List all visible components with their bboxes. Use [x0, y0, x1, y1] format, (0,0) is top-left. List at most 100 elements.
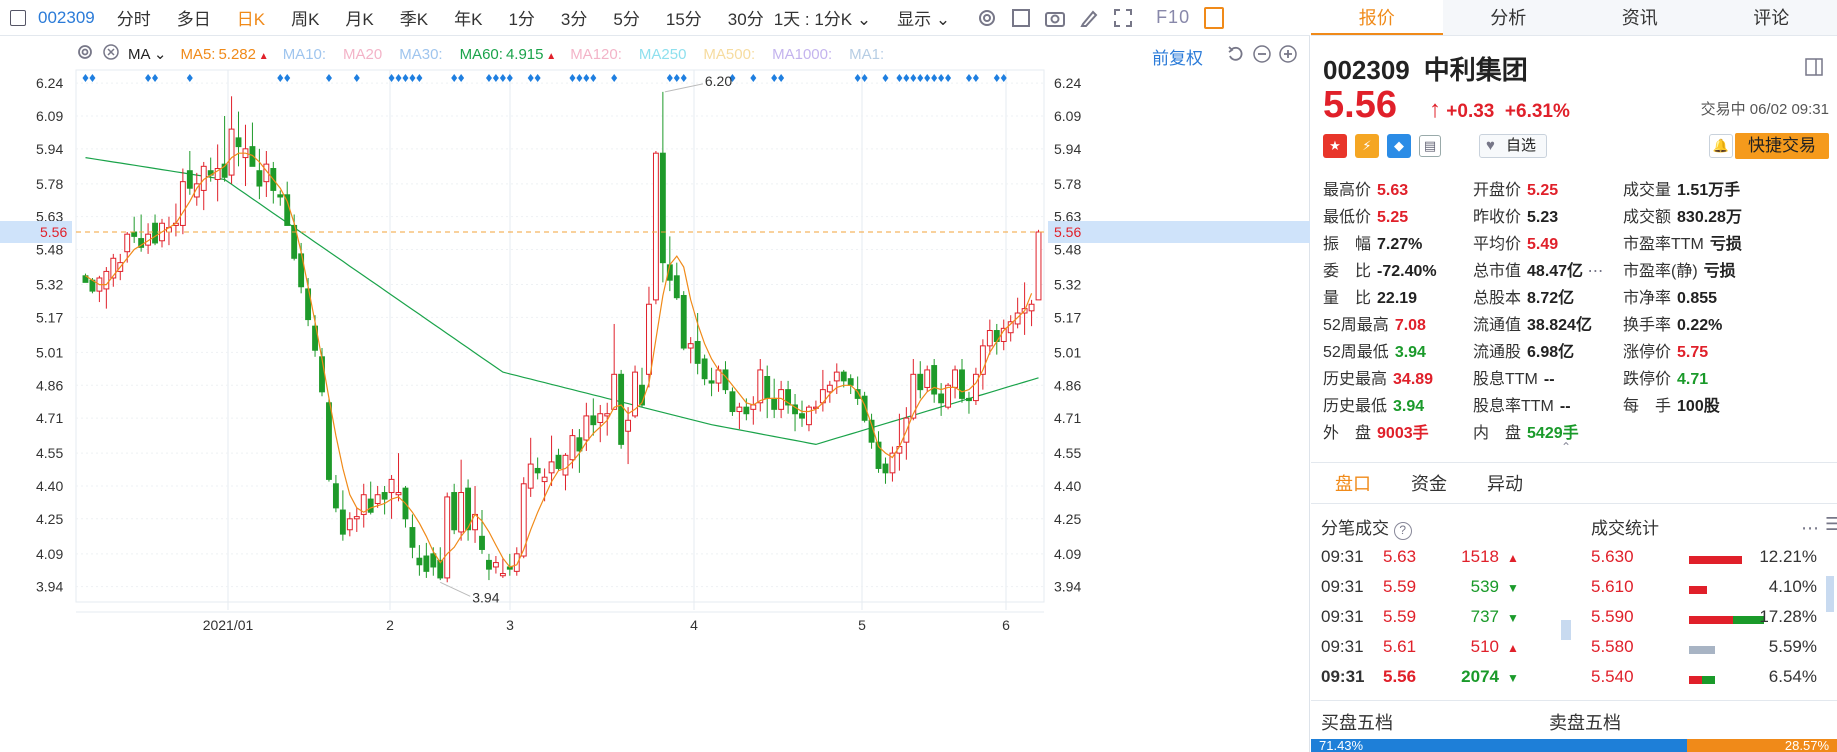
candle-body[interactable] — [374, 494, 381, 504]
ma-item-4[interactable]: MA60: 4.915 ▲ — [460, 46, 557, 63]
period-tab-1[interactable]: 多日 — [177, 5, 211, 30]
candle-body[interactable] — [583, 415, 590, 441]
candle-body[interactable] — [152, 222, 158, 244]
candle-body[interactable] — [826, 384, 833, 393]
add-watchlist-button[interactable]: ♥ 自选 — [1479, 134, 1547, 158]
tab-news[interactable]: 资讯 — [1574, 0, 1706, 35]
candle-body[interactable] — [555, 454, 562, 469]
period-tab-9[interactable]: 5分 — [613, 5, 639, 30]
candle-body[interactable] — [833, 371, 840, 382]
candle-body[interactable] — [492, 562, 499, 568]
ma-item-9[interactable]: MA1: — [849, 46, 887, 63]
zoom-out-icon[interactable] — [1252, 44, 1272, 64]
ma-item-6[interactable]: MA250 — [639, 46, 690, 63]
candle-body[interactable] — [847, 378, 854, 386]
candle-body[interactable] — [680, 294, 687, 349]
candle-body[interactable] — [972, 373, 979, 402]
tag-icon[interactable]: ◆ — [1387, 134, 1411, 158]
candle-body[interactable] — [729, 391, 736, 413]
kline-chart[interactable]: 6.24 6.246.09 6.095.94 5.945.78 5.785.63 5.63… — [0, 0, 1310, 752]
ma-settings-icon[interactable] — [76, 43, 94, 65]
candle-body[interactable] — [256, 170, 263, 187]
tab-analysis[interactable]: 分析 — [1443, 0, 1575, 35]
ma-selector[interactable]: MA ⌄ — [128, 45, 166, 63]
candle-body[interactable] — [103, 270, 110, 290]
fullscreen-icon[interactable] — [1112, 7, 1134, 29]
candle-body[interactable] — [917, 373, 924, 391]
candle-body[interactable] — [416, 557, 423, 566]
more-icon[interactable]: ⋯ — [1801, 518, 1819, 539]
ma-item-0[interactable]: MA5: 5.282 ▲ — [180, 46, 268, 63]
candle-body[interactable] — [673, 275, 680, 299]
zoom-in-icon[interactable] — [1278, 44, 1298, 64]
more-circle-icon[interactable]: ⋯ — [1583, 263, 1604, 280]
candle-body[interactable] — [694, 340, 701, 364]
candle-body[interactable] — [806, 406, 812, 426]
candle-body[interactable] — [1028, 303, 1035, 312]
period-tab-5[interactable]: 季K — [400, 5, 428, 30]
ma-item-7[interactable]: MA500: — [703, 46, 758, 63]
candle-body[interactable] — [952, 369, 958, 388]
candle-body[interactable] — [548, 461, 555, 474]
candle-body[interactable] — [986, 330, 993, 347]
f10-button[interactable]: F10 — [1156, 7, 1190, 28]
candle-body[interactable] — [604, 413, 611, 417]
right-panel-toggle-icon[interactable] — [1204, 6, 1225, 29]
help-icon[interactable]: ? — [1393, 522, 1412, 540]
ma-close-icon[interactable] — [102, 43, 120, 65]
candle-body[interactable] — [124, 233, 131, 253]
candle-body[interactable] — [228, 128, 235, 176]
period-tab-11[interactable]: 30分 — [728, 5, 764, 30]
candle-body[interactable] — [764, 376, 771, 399]
candle-body[interactable] — [444, 496, 451, 579]
candle-body[interactable] — [966, 397, 972, 402]
candle-body[interactable] — [799, 413, 805, 419]
dist-scrollbar[interactable] — [1826, 576, 1834, 612]
candle-body[interactable] — [938, 393, 945, 404]
candle-body[interactable] — [625, 419, 632, 432]
candle-body[interactable] — [687, 343, 694, 349]
candle-body[interactable] — [131, 231, 138, 237]
candle-body[interactable] — [534, 467, 541, 474]
candle-body[interactable] — [562, 454, 569, 476]
undo-icon[interactable] — [1226, 44, 1246, 64]
candle-body[interactable] — [186, 170, 193, 189]
candle-body[interactable] — [332, 483, 339, 509]
candle-body[interactable] — [430, 553, 437, 568]
ma-item-5[interactable]: MA120: — [570, 46, 625, 63]
candle-body[interactable] — [423, 555, 430, 572]
period-tab-4[interactable]: 月K — [345, 5, 373, 30]
candle-body[interactable] — [590, 415, 597, 426]
tab-comments[interactable]: 评论 — [1706, 0, 1837, 35]
candle-body[interactable] — [458, 492, 465, 533]
candle-body[interactable] — [659, 152, 666, 264]
interval-select[interactable]: 1天 : 1分K ⌄ — [774, 5, 871, 30]
period-tab-6[interactable]: 年K — [454, 5, 482, 30]
candle-body[interactable] — [652, 152, 659, 301]
collapse-panel-icon[interactable] — [1805, 58, 1823, 80]
candle-body[interactable] — [339, 509, 346, 535]
quick-trade-button[interactable]: 快捷交易 — [1735, 133, 1829, 159]
candle-body[interactable] — [388, 478, 395, 494]
candle-body[interactable] — [646, 303, 652, 375]
candle-body[interactable] — [840, 371, 847, 382]
tab-anomaly[interactable]: 异动 — [1487, 470, 1523, 496]
candle-body[interactable] — [576, 437, 583, 452]
lightning-icon[interactable]: ⚡ — [1355, 134, 1379, 158]
candle-body[interactable] — [931, 365, 938, 395]
candle-body[interactable] — [611, 373, 618, 410]
bell-icon[interactable]: 🔔 — [1709, 134, 1733, 158]
tab-quote[interactable]: 报价 — [1311, 0, 1443, 35]
period-tab-2[interactable]: 日K — [237, 5, 265, 30]
panel-toggle-icon[interactable] — [10, 9, 26, 26]
camera-icon[interactable] — [1044, 7, 1066, 29]
candle-body[interactable] — [381, 492, 388, 500]
candle-body[interactable] — [395, 492, 402, 496]
draw-pen-icon[interactable] — [1078, 7, 1100, 29]
tab-orderbook[interactable]: 盘口 — [1335, 470, 1371, 496]
candle-body[interactable] — [513, 553, 520, 572]
candle-body[interactable] — [409, 527, 416, 548]
adjust-select[interactable]: 前复权 — [1152, 44, 1203, 69]
collapse-up-icon[interactable]: ⌃ — [1561, 440, 1571, 454]
ma-item-8[interactable]: MA1000: — [772, 46, 835, 63]
